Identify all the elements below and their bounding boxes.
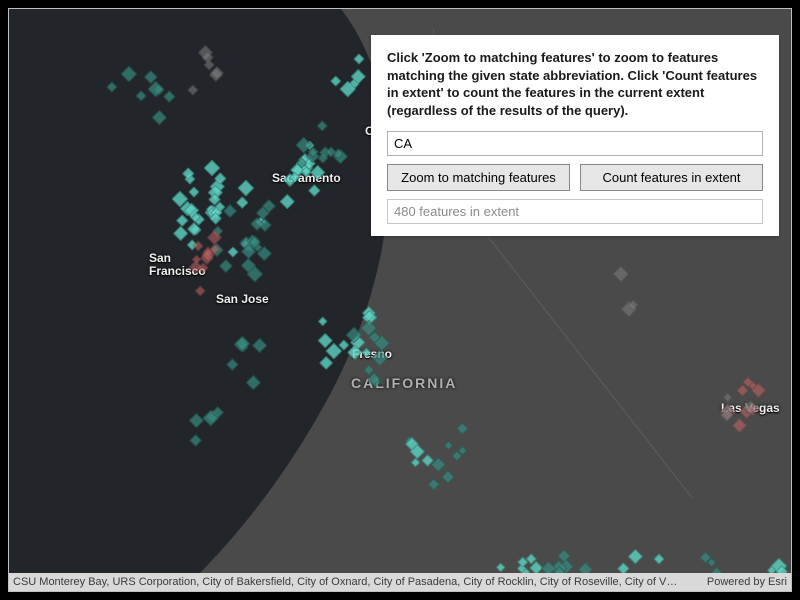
result-text: 480 features in extent: [387, 199, 763, 224]
feature-diamond[interactable]: [613, 266, 630, 283]
feature-diamond[interactable]: [410, 457, 420, 467]
feature-diamond[interactable]: [731, 417, 747, 433]
powered-by-esri[interactable]: Powered by Esri: [707, 576, 787, 588]
zoom-to-features-button[interactable]: Zoom to matching features: [387, 164, 570, 191]
app-frame: CALIFORNIA Carson CitySacramentoSanFranc…: [8, 8, 792, 592]
city-label-san-jose: San Jose: [216, 292, 269, 306]
feature-diamond[interactable]: [441, 470, 455, 484]
attribution-sources: CSU Monterey Bay, URS Corporation, City …: [13, 576, 699, 588]
state-abbreviation-input[interactable]: [387, 131, 763, 156]
attribution-bar: CSU Monterey Bay, URS Corporation, City …: [9, 573, 791, 591]
feature-diamond[interactable]: [427, 478, 440, 491]
feature-diamond[interactable]: [457, 422, 469, 434]
instruction-text: Click 'Zoom to matching features' to zoo…: [387, 49, 763, 119]
query-panel: Click 'Zoom to matching features' to zoo…: [371, 35, 779, 236]
feature-diamond[interactable]: [627, 549, 642, 564]
feature-diamond[interactable]: [431, 456, 446, 471]
feature-diamond[interactable]: [496, 562, 506, 572]
feature-diamond[interactable]: [444, 441, 454, 451]
feature-diamond[interactable]: [653, 553, 664, 564]
count-features-button[interactable]: Count features in extent: [580, 164, 763, 191]
button-row: Zoom to matching features Count features…: [387, 164, 763, 191]
